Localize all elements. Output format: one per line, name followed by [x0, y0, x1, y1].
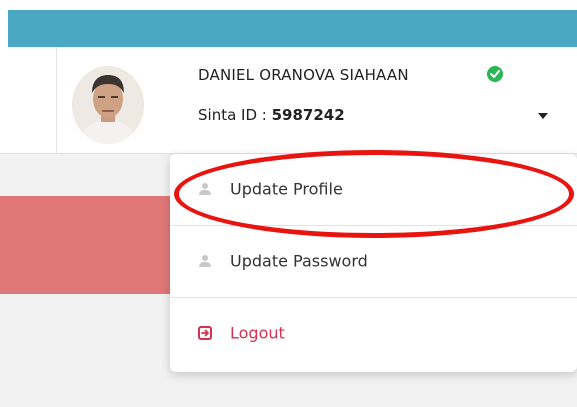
dropdown-caret-icon[interactable]	[538, 113, 548, 119]
menu-item-logout[interactable]: Logout	[170, 298, 577, 368]
menu-item-update-password[interactable]: Update Password	[170, 226, 577, 296]
menu-item-label: Update Profile	[230, 179, 343, 199]
user-icon	[199, 183, 211, 195]
menu-item-update-profile[interactable]: Update Profile	[170, 154, 577, 224]
menu-item-label: Logout	[230, 323, 285, 343]
top-bar	[0, 0, 577, 47]
logout-icon	[198, 326, 212, 340]
user-icon	[199, 255, 211, 267]
top-bar-accent	[8, 10, 577, 47]
header-divider	[56, 47, 57, 154]
screen: DANIEL ORANOVA SIAHAAN Sinta ID : 598724…	[0, 0, 577, 407]
user-dropdown-menu: Update Profile Update Password Logout	[170, 154, 577, 372]
verified-check-icon	[487, 66, 503, 82]
avatar[interactable]	[72, 66, 144, 144]
user-name: DANIEL ORANOVA SIAHAAN	[198, 66, 409, 84]
sinta-id-value: 5987242	[271, 106, 345, 124]
sinta-id: Sinta ID : 5987242	[198, 106, 345, 124]
menu-item-label: Update Password	[230, 251, 368, 271]
sinta-id-label: Sinta ID :	[198, 106, 272, 124]
alert-banner	[0, 196, 190, 294]
avatar-photo	[72, 66, 144, 144]
